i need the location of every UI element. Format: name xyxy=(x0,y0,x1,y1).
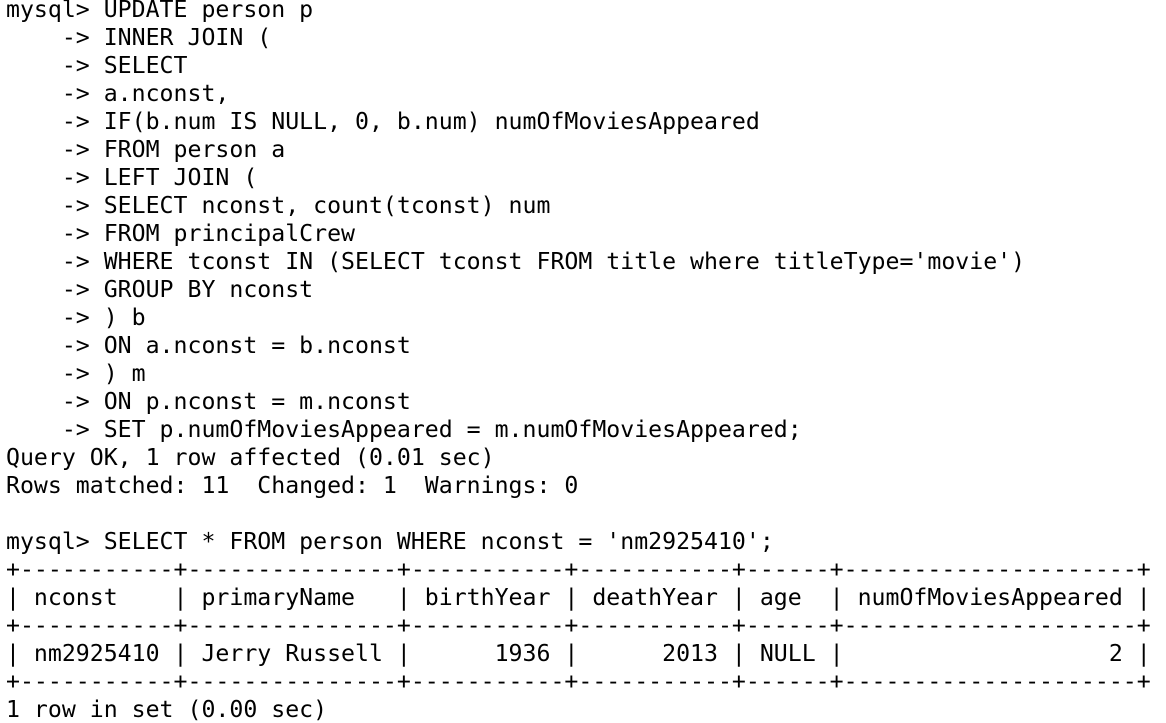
result-table-border-top: +-----------+---------------+-----------… xyxy=(6,556,1151,583)
terminal-line-set-clause: -> SET p.numOfMoviesAppeared = m.numOfMo… xyxy=(6,416,802,443)
terminal-line-a-nconst: -> a.nconst, xyxy=(6,80,230,107)
terminal-line-group-by: -> GROUP BY nconst xyxy=(6,276,314,303)
terminal-line-row-count: 1 row in set (0.00 sec) xyxy=(6,696,328,723)
terminal-window[interactable]: mysql> UPDATE person p -> INNER JOIN ( -… xyxy=(0,0,1166,723)
terminal-line-rows-matched: Rows matched: 11 Changed: 1 Warnings: 0 xyxy=(6,472,579,499)
terminal-line-left-join: -> LEFT JOIN ( xyxy=(6,164,258,191)
terminal-line-update-prompt: mysql> UPDATE person p xyxy=(6,0,314,23)
terminal-line-if-clause: -> IF(b.num IS NULL, 0, b.num) numOfMovi… xyxy=(6,108,760,135)
result-table-border-mid: +-----------+---------------+-----------… xyxy=(6,612,1151,639)
terminal-line-on-a-b: -> ON a.nconst = b.nconst xyxy=(6,332,411,359)
terminal-line-from-person: -> FROM person a xyxy=(6,136,286,163)
terminal-line-select-count: -> SELECT nconst, count(tconst) num xyxy=(6,192,551,219)
terminal-line-query-ok: Query OK, 1 row affected (0.01 sec) xyxy=(6,444,495,471)
result-table-border-bottom: +-----------+---------------+-----------… xyxy=(6,668,1151,695)
terminal-line-where-clause: -> WHERE tconst IN (SELECT tconst FROM t… xyxy=(6,248,1026,275)
terminal-line-close-m: -> ) m xyxy=(6,360,146,387)
terminal-line-select: -> SELECT xyxy=(6,52,188,79)
terminal-line-close-b: -> ) b xyxy=(6,304,146,331)
terminal-line-on-p-m: -> ON p.nconst = m.nconst xyxy=(6,388,411,415)
result-table-header-row: | nconst | primaryName | birthYear | dea… xyxy=(6,584,1151,611)
terminal-line-from-principalcrew: -> FROM principalCrew xyxy=(6,220,356,247)
result-table-data-row: | nm2925410 | Jerry Russell | 1936 | 201… xyxy=(6,640,1151,667)
terminal-line-select-prompt: mysql> SELECT * FROM person WHERE nconst… xyxy=(6,528,774,555)
terminal-line-inner-join: -> INNER JOIN ( xyxy=(6,24,272,51)
